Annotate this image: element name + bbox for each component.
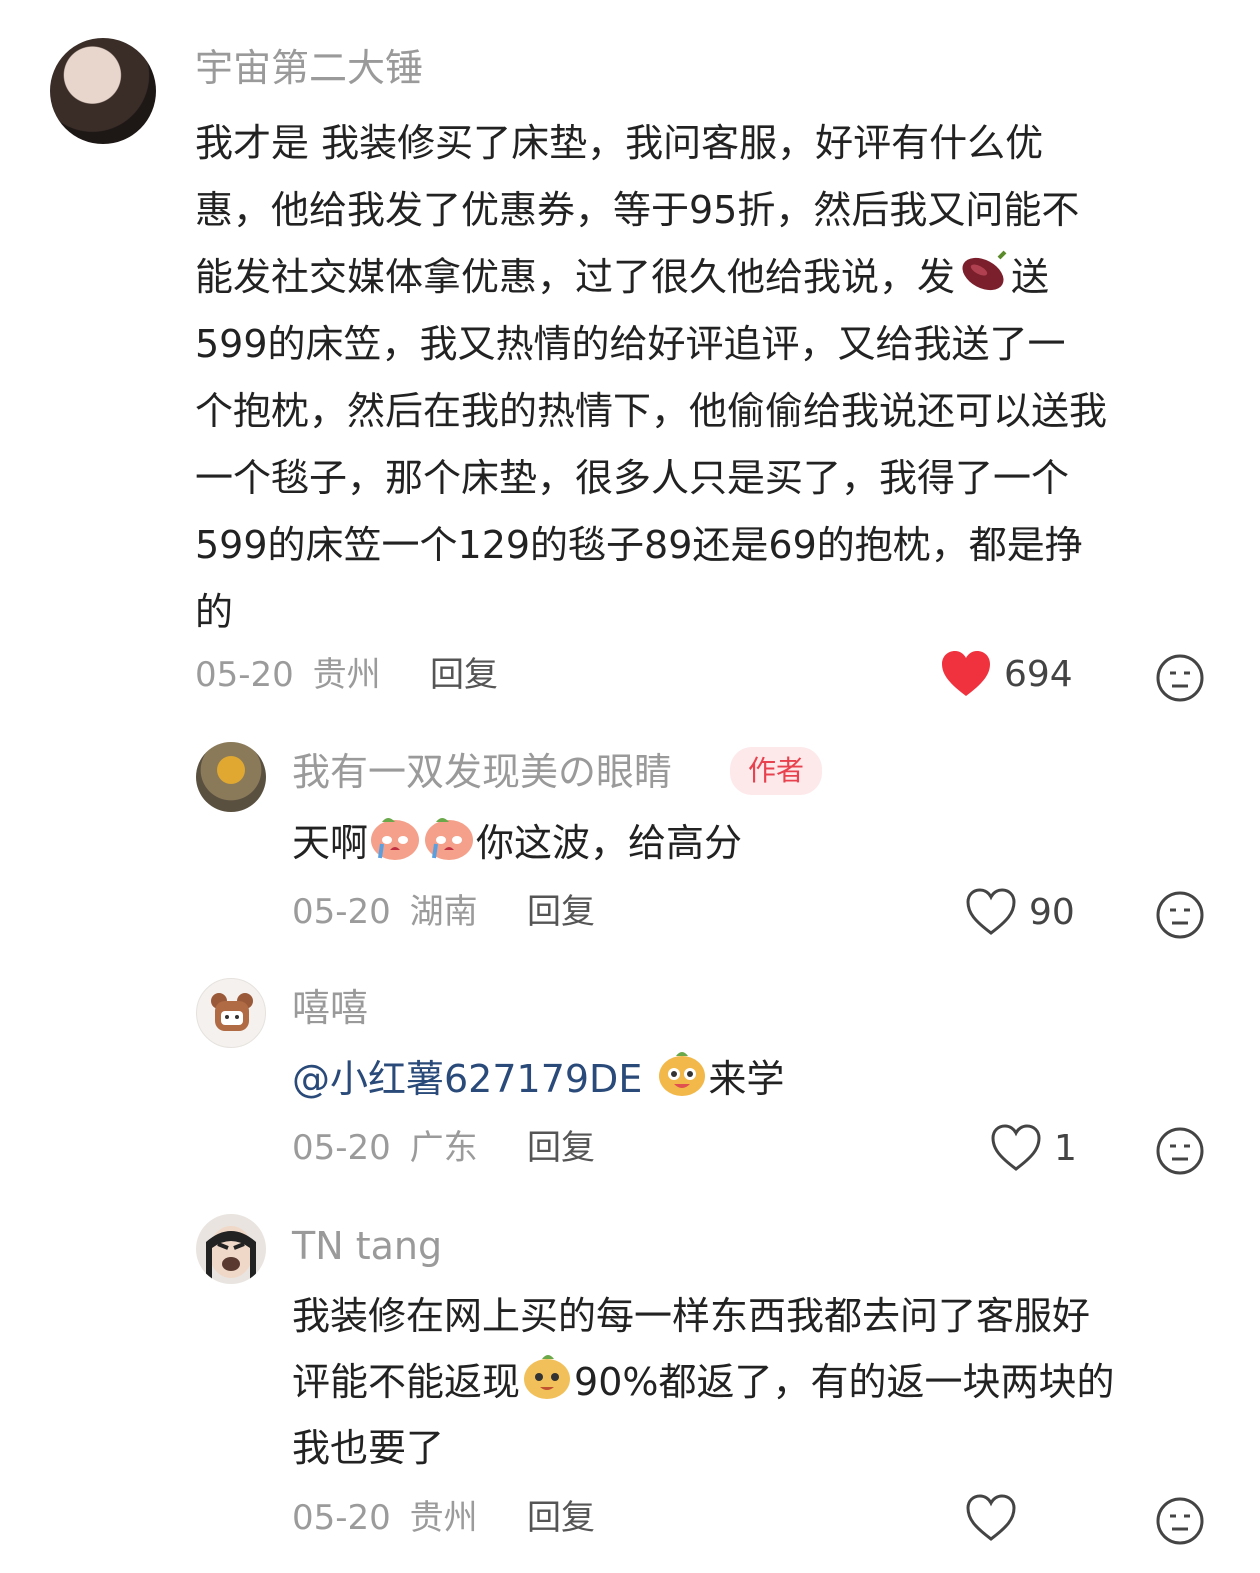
comment-meta: 05-20 湖南 — [292, 892, 478, 932]
text-line: 我装修在网上买的每一样东西我都去问了客服好 — [292, 1294, 1091, 1338]
comment-text: 我才是 我装修买了床垫，我问客服，好评有什么优 惠，他给我发了优惠券，等于95折… — [195, 110, 1107, 646]
text-line: 的 — [195, 590, 234, 634]
like-button[interactable]: 90 — [965, 888, 1075, 936]
face-avatar-icon — [206, 1226, 256, 1284]
heart-icon — [991, 1124, 1041, 1171]
bear-avatar-icon — [211, 993, 253, 1031]
reply-button[interactable]: 回复 — [430, 655, 498, 695]
like-button[interactable]: 694 — [940, 650, 1073, 698]
like-count: 90 — [1029, 891, 1075, 933]
text-line: 惠，他给我发了优惠券，等于95折，然后我又问能不 — [195, 188, 1080, 232]
heart-icon — [966, 888, 1016, 935]
crying-emoji — [371, 818, 420, 860]
date: 05-20 — [292, 892, 391, 932]
avatar[interactable] — [196, 742, 266, 812]
like-count: 1 — [1054, 1127, 1077, 1169]
text-segment: 能发社交媒体拿优惠，过了很久他给我说，发 — [195, 255, 956, 299]
reply-button[interactable]: 回复 — [527, 1128, 595, 1168]
heart-icon — [966, 1494, 1016, 1541]
text-line: 我才是 我装修买了床垫，我问客服，好评有什么优 — [195, 121, 1044, 165]
reply-button[interactable]: 回复 — [527, 892, 595, 932]
text-line: 个抱枕，然后在我的热情下，他偷偷给我说还可以送我 — [195, 389, 1108, 433]
text-line: 599的床笠一个129的毯子89还是69的抱枕，都是挣 — [195, 523, 1083, 567]
dislike-face-icon[interactable] — [1155, 890, 1205, 940]
location: 贵州 — [409, 1498, 478, 1538]
comment-meta: 05-20 广东 — [292, 1128, 478, 1168]
author-badge: 作者 — [730, 747, 823, 795]
dislike-face-icon[interactable] — [1155, 653, 1205, 703]
heart-icon — [942, 651, 990, 696]
like-button[interactable]: 1 — [990, 1124, 1077, 1172]
location: 湖南 — [409, 892, 478, 932]
text-segment: 评能不能返现 — [292, 1360, 521, 1404]
date: 05-20 — [292, 1128, 391, 1168]
text-segment: 天啊 — [292, 821, 369, 865]
comment-text: @小红薯627179DE 来学 — [292, 1048, 784, 1108]
dislike-face-icon[interactable] — [1155, 1126, 1205, 1176]
dislike-face-icon[interactable] — [1155, 1496, 1205, 1546]
comment-text: 我装修在网上买的每一样东西我都去问了客服好 评能不能返现 90%都返了，有的返一块… — [292, 1283, 1114, 1481]
location: 贵州 — [312, 655, 381, 695]
mention-link[interactable]: @小红薯627179DE — [292, 1057, 642, 1101]
username[interactable]: TN tang — [292, 1224, 442, 1268]
reply-button[interactable]: 回复 — [527, 1498, 595, 1538]
text-line: 评能不能返现 90%都返了，有的返一块两块的 — [292, 1349, 1114, 1415]
like-count: 694 — [1004, 653, 1073, 695]
text-line: 599的床笠，我又热情的给好评追评，又给我送了一 — [195, 322, 1066, 366]
text-line: 能发社交媒体拿优惠，过了很久他给我说，发 送 — [195, 244, 1107, 311]
location: 广东 — [409, 1128, 478, 1168]
sweet-potato-emoji — [962, 250, 1007, 291]
date: 05-20 — [292, 1498, 391, 1538]
text-segment: 来学 — [708, 1057, 785, 1101]
date: 05-20 — [195, 655, 294, 695]
happy-emoji — [659, 1052, 706, 1096]
comment-meta: 05-20 贵州 — [195, 655, 381, 695]
avatar[interactable] — [196, 1214, 266, 1284]
username[interactable]: 嘻嘻 — [292, 986, 368, 1030]
text-line: 一个毯子，那个床垫，很多人只是买了，我得了一个 — [195, 456, 1070, 500]
username[interactable]: 宇宙第二大锤 — [195, 46, 423, 90]
text-segment: 送 — [1011, 255, 1050, 299]
text-line: 我也要了 — [292, 1426, 445, 1470]
crying-emoji — [425, 818, 474, 860]
happy-emoji — [524, 1355, 571, 1399]
text-segment: 你这波，给高分 — [476, 821, 743, 865]
comment-text: 天啊 你这波，给高分 — [292, 812, 742, 872]
like-button[interactable] — [965, 1494, 1029, 1542]
text-segment: 90%都返了，有的返一块两块的 — [574, 1360, 1115, 1404]
avatar[interactable] — [196, 978, 266, 1048]
username[interactable]: 我有一双发现美の眼睛 — [292, 750, 672, 794]
avatar[interactable] — [50, 38, 156, 144]
comment-meta: 05-20 贵州 — [292, 1498, 478, 1538]
